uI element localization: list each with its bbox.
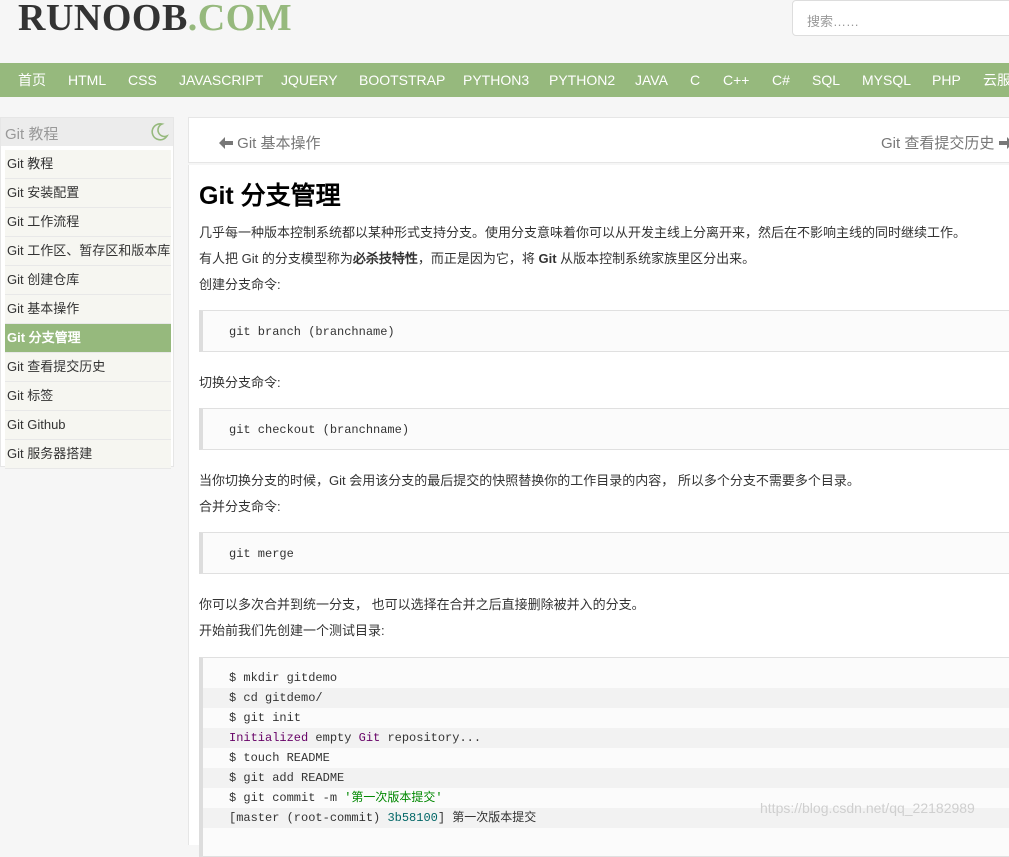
sidebar-item-workspace[interactable]: Git 工作区、暂存区和版本库 xyxy=(5,237,171,266)
sidebar-item-install[interactable]: Git 安装配置 xyxy=(5,179,171,208)
nav-item-c[interactable]: C xyxy=(690,63,700,97)
logo-main: RUNOOB xyxy=(18,0,188,39)
watermark: https://blog.csdn.net/qq_22182989 xyxy=(760,800,975,816)
code-block-branch: git branch (branchname) xyxy=(199,310,1009,352)
sidebar-item-create-repo[interactable]: Git 创建仓库 xyxy=(5,266,171,295)
code-line: git branch (branchname) xyxy=(229,325,395,339)
emphasis-killer-feature: 必杀技特性 xyxy=(352,251,418,266)
nav-item-bootstrap[interactable]: BOOTSTRAP xyxy=(359,63,445,97)
site-header: RUNOOB.COM 搜索…… xyxy=(0,0,1009,63)
code-block-demo: $ mkdir gitdemo $ cd gitdemo/ $ git init… xyxy=(199,657,1009,857)
arrow-right-icon xyxy=(998,137,1009,149)
code-block-merge: git merge xyxy=(199,532,1009,574)
next-link[interactable]: Git 查看提交历史 xyxy=(881,132,1009,153)
sidebar-item-git-tutorial[interactable]: Git 教程 xyxy=(5,150,171,179)
sidebar-list: Git 教程 Git 安装配置 Git 工作流程 Git 工作区、暂存区和版本库… xyxy=(5,150,171,469)
sidebar-header: Git 教程 xyxy=(1,118,173,146)
nav-item-jquery[interactable]: JQUERY xyxy=(281,63,338,97)
next-label: Git 查看提交历史 xyxy=(881,135,995,152)
sidebar: Git 教程 Git 教程 Git 安装配置 Git 工作流程 Git 工作区、… xyxy=(0,117,174,469)
nav-item-csharp[interactable]: C# xyxy=(772,63,790,97)
arrow-left-icon xyxy=(219,137,233,149)
paragraph-switch: 当你切换分支的时候，Git 会用该分支的最后提交的快照替换你的工作目录的内容， … xyxy=(199,473,860,488)
paragraph-model-e: 从版本控制系统家族里区分出来。 xyxy=(556,251,756,266)
label-merge-branch: 合并分支命令: xyxy=(199,499,281,514)
nav-item-python2[interactable]: PYTHON2 xyxy=(549,63,615,97)
nav-item-mysql[interactable]: MYSQL xyxy=(862,63,911,97)
moon-icon[interactable] xyxy=(149,122,169,142)
nav-item-css[interactable]: CSS xyxy=(128,63,157,97)
search-input[interactable]: 搜索…… xyxy=(792,0,1009,36)
emphasis-git: Git xyxy=(538,251,557,266)
code-line: $ cd gitdemo/ xyxy=(203,688,1009,708)
sidebar-item-github[interactable]: Git Github xyxy=(5,411,171,440)
prev-label: Git 基本操作 xyxy=(237,135,321,152)
nav-item-sql[interactable]: SQL xyxy=(812,63,840,97)
nav-item-html[interactable]: HTML xyxy=(68,63,106,97)
article-pager: Git 基本操作 Git 查看提交历史 xyxy=(188,117,1009,163)
top-nav: 首页 HTML CSS JAVASCRIPT JQUERY BOOTSTRAP … xyxy=(0,63,1009,97)
code-line: $ touch README xyxy=(229,751,330,765)
label-switch-branch: 切换分支命令: xyxy=(199,375,281,390)
prev-link[interactable]: Git 基本操作 xyxy=(219,132,321,153)
sidebar-item-branch[interactable]: Git 分支管理 xyxy=(5,324,171,353)
code-line: $ git add README xyxy=(203,768,1009,788)
code-line: $ git init xyxy=(229,711,302,725)
label-create-branch: 创建分支命令: xyxy=(199,277,281,292)
paragraph-model: 有人把 Git 的分支模型称为必杀技特性，而正是因为它，将 Git 从版本控制系… xyxy=(199,248,755,267)
paragraph-model-a: 有人把 Git 的分支模型称为 xyxy=(199,251,353,266)
nav-item-javascript[interactable]: JAVASCRIPT xyxy=(179,63,263,97)
paragraph-test-dir: 开始前我们先创建一个测试目录: xyxy=(199,623,385,638)
sidebar-item-workflow[interactable]: Git 工作流程 xyxy=(5,208,171,237)
nav-item-cloud[interactable]: 云服 xyxy=(983,63,1009,97)
code-line: git checkout (branchname) xyxy=(229,423,410,437)
code-line: Initialized empty Git repository... xyxy=(203,728,1009,748)
nav-item-home[interactable]: 首页 xyxy=(18,63,46,97)
nav-item-python3[interactable]: PYTHON3 xyxy=(463,63,529,97)
code-line: git merge xyxy=(229,547,294,561)
paragraph-merge: 你可以多次合并到统一分支， 也可以选择在合并之后直接删除被并入的分支。 xyxy=(199,597,645,612)
sidebar-item-basic-ops[interactable]: Git 基本操作 xyxy=(5,295,171,324)
nav-item-java[interactable]: JAVA xyxy=(635,63,668,97)
logo-suffix: .COM xyxy=(187,0,293,39)
paragraph-model-c: ，而正是因为它，将 xyxy=(417,251,539,266)
page-title: Git 分支管理 xyxy=(199,182,341,210)
sidebar-item-server[interactable]: Git 服务器搭建 xyxy=(5,440,171,469)
paragraph-intro: 几乎每一种版本控制系统都以某种形式支持分支。使用分支意味着你可以从开发主线上分离… xyxy=(199,225,967,240)
sidebar-title: Git 教程 xyxy=(5,126,59,143)
nav-item-php[interactable]: PHP xyxy=(932,63,961,97)
nav-item-cpp[interactable]: C++ xyxy=(723,63,749,97)
code-block-checkout: git checkout (branchname) xyxy=(199,408,1009,450)
sidebar-item-log[interactable]: Git 查看提交历史 xyxy=(5,353,171,382)
site-logo[interactable]: RUNOOB.COM xyxy=(18,0,292,40)
sidebar-item-tag[interactable]: Git 标签 xyxy=(5,382,171,411)
code-line: $ mkdir gitdemo xyxy=(229,671,338,685)
article-content: Git 分支管理 几乎每一种版本控制系统都以某种形式支持分支。使用分支意味着你可… xyxy=(188,165,1009,857)
